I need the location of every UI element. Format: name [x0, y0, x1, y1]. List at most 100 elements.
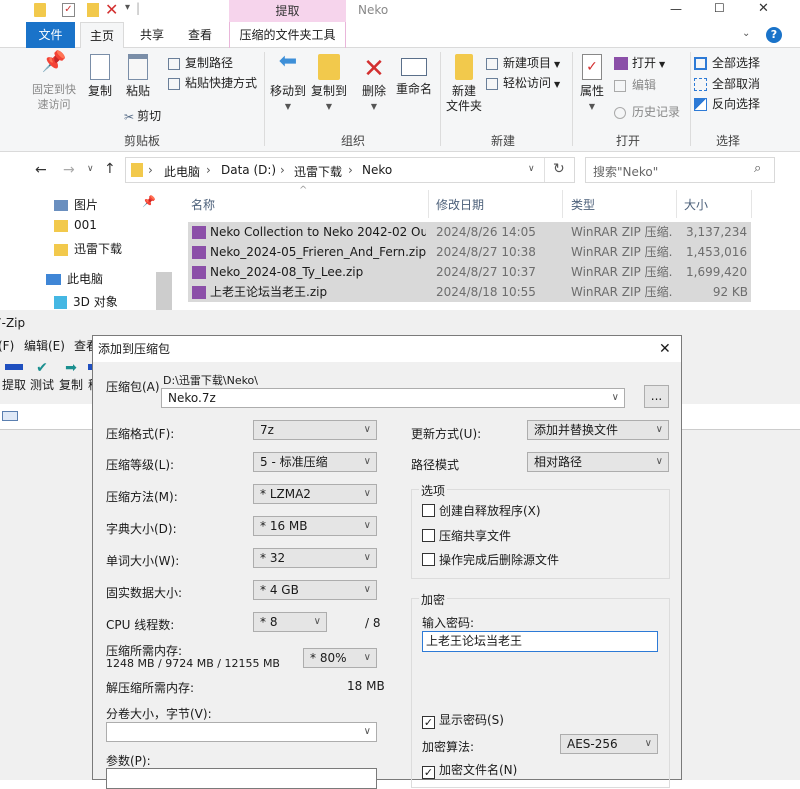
- nav-item-3d-objects[interactable]: 3D 对象: [54, 293, 118, 310]
- cpu-select[interactable]: * 8 ∨: [253, 612, 327, 632]
- update-select[interactable]: 添加并替换文件 ∨: [527, 420, 669, 440]
- quick-access-dropdown-icon[interactable]: ▾: [125, 2, 130, 13]
- delete-quick-icon[interactable]: ✕: [105, 0, 118, 19]
- show-password-checkbox[interactable]: ✓ 显示密码(S): [422, 713, 504, 729]
- archive-name-combo[interactable]: Neko.7z ∨: [161, 388, 625, 408]
- new-item-button[interactable]: 新建项目 ▼: [486, 53, 560, 73]
- password-input[interactable]: 上老王论坛当老王: [422, 631, 658, 652]
- method-select[interactable]: * LZMA2 ∨: [253, 484, 377, 504]
- copy-path-button[interactable]: 复制路径: [168, 53, 233, 73]
- maximize-button[interactable]: ☐: [714, 1, 725, 15]
- properties-quick-icon[interactable]: ✓: [62, 3, 75, 17]
- opt-shared-checkbox[interactable]: 压缩共享文件: [422, 529, 511, 543]
- dialog-titlebar: 添加到压缩包 ✕: [93, 336, 681, 362]
- open-button[interactable]: 打开 ▼: [614, 53, 665, 73]
- tab-file[interactable]: 文件: [26, 22, 75, 48]
- back-arrow-icon[interactable]: ←: [35, 162, 47, 178]
- test-button[interactable]: ✔ 测试: [30, 360, 54, 393]
- file-row[interactable]: Neko_2024-05_Frieren_And_Fern.zip 2024/8…: [188, 242, 751, 262]
- nav-item-xunlei[interactable]: 迅雷下载: [54, 240, 122, 257]
- pathmode-select[interactable]: 相对路径 ∨: [527, 452, 669, 472]
- recent-dropdown-icon[interactable]: ∨: [87, 164, 94, 174]
- nav-item-pictures[interactable]: 图片: [54, 196, 98, 213]
- copy-button[interactable]: ➡ 复制: [59, 360, 83, 393]
- menu-edit[interactable]: 编辑(E): [24, 336, 65, 356]
- breadcrumb-current[interactable]: Neko: [362, 163, 392, 177]
- search-icon[interactable]: ⌕: [754, 161, 761, 176]
- paste-button[interactable]: 粘贴: [122, 54, 154, 99]
- nav-scrollbar[interactable]: [156, 272, 172, 310]
- delete-button[interactable]: ✕ 删除 ▼: [358, 54, 390, 114]
- enc-method-select[interactable]: AES-256 ∨: [560, 734, 658, 754]
- address-box[interactable]: › 此电脑 › Data (D:) › 迅雷下载 › Neko ∨ ↻: [125, 157, 575, 183]
- select-none-button[interactable]: 全部取消: [694, 74, 760, 94]
- up-arrow-icon[interactable]: ↑: [104, 161, 116, 177]
- paste-label: 粘贴: [125, 84, 150, 98]
- tab-share[interactable]: 共享: [130, 22, 174, 48]
- file-row[interactable]: Neko_2024-08_Ty_Lee.zip 2024/8/27 10:37 …: [188, 262, 751, 282]
- nav-item-this-pc[interactable]: 此电脑: [46, 270, 103, 287]
- ribbon-collapse-icon[interactable]: ⌄: [742, 28, 750, 39]
- nav-item-001[interactable]: 001: [54, 218, 97, 232]
- breadcrumb-folder[interactable]: 迅雷下载: [294, 163, 342, 180]
- select-all-button[interactable]: 全部选择: [694, 53, 760, 73]
- forward-arrow-icon[interactable]: →: [63, 162, 75, 178]
- folder-icon[interactable]: [34, 3, 46, 17]
- close-button[interactable]: ✕: [758, 1, 769, 16]
- opt-sfx-checkbox[interactable]: 创建自释放程序(X): [422, 504, 541, 518]
- dict-select[interactable]: * 16 MB ∨: [253, 516, 377, 536]
- browse-button[interactable]: ...: [644, 385, 669, 408]
- params-input[interactable]: [106, 768, 377, 789]
- encrypt-names-checkbox[interactable]: ✓ 加密文件名(N): [422, 763, 517, 779]
- column-divider[interactable]: [428, 190, 429, 218]
- format-select[interactable]: 7z ∨: [253, 420, 377, 440]
- tab-home[interactable]: 主页: [80, 22, 124, 49]
- history-button[interactable]: 历史记录: [614, 102, 680, 122]
- edit-button[interactable]: 编辑: [614, 75, 656, 95]
- move-to-button[interactable]: ⬅ 移动到 ▼: [268, 51, 308, 114]
- invert-selection-button[interactable]: 反向选择: [694, 94, 760, 114]
- minimize-button[interactable]: —: [670, 2, 682, 16]
- breadcrumb-separator: ›: [280, 163, 285, 177]
- column-divider[interactable]: [562, 190, 563, 218]
- group-label-organize: 组织: [341, 134, 366, 148]
- tab-compressed-folder-tools[interactable]: 压缩的文件夹工具: [229, 22, 346, 48]
- dialog-close-button[interactable]: ✕: [659, 336, 671, 362]
- extract-button[interactable]: 提取: [2, 360, 26, 393]
- file-row[interactable]: Neko Collection to Neko 2042-02 Ou... 20…: [188, 222, 751, 242]
- easy-access-button[interactable]: 轻松访问 ▼: [486, 73, 560, 93]
- solid-select[interactable]: * 4 GB ∨: [253, 580, 377, 600]
- copy-to-button[interactable]: 复制到 ▼: [309, 54, 349, 114]
- cut-button[interactable]: ✂ 剪切: [124, 106, 161, 126]
- new-folder-button[interactable]: 新建 文件夹: [444, 54, 484, 114]
- word-select[interactable]: * 32 ∨: [253, 548, 377, 568]
- column-divider[interactable]: [676, 190, 677, 218]
- pin-quick-access-button[interactable]: 📌 固定到快 速访问: [28, 51, 80, 112]
- copy-button[interactable]: 复制: [84, 54, 116, 99]
- split-combo[interactable]: ∨: [106, 722, 377, 742]
- breadcrumb-drive[interactable]: Data (D:): [221, 163, 276, 177]
- column-divider[interactable]: [751, 190, 752, 218]
- new-folder-quick-icon[interactable]: [87, 3, 99, 17]
- checkbox-checked-icon: ✓: [422, 766, 435, 779]
- menu-file[interactable]: (F): [0, 336, 14, 356]
- rename-button[interactable]: 重命名: [394, 54, 434, 97]
- paste-shortcut-button[interactable]: 粘贴快捷方式: [168, 73, 257, 93]
- file-row[interactable]: 上老王论坛当老王.zip 2024/8/18 10:55 WinRAR ZIP …: [188, 282, 751, 302]
- column-size[interactable]: 大小: [684, 196, 708, 213]
- tab-view[interactable]: 查看: [178, 22, 222, 48]
- mem-percent-select[interactable]: * 80% ∨: [303, 648, 377, 668]
- search-box[interactable]: 搜索"Neko" ⌕: [585, 157, 775, 183]
- column-type[interactable]: 类型: [571, 196, 595, 213]
- breadcrumb-this-pc[interactable]: 此电脑: [164, 163, 200, 180]
- refresh-icon[interactable]: ↻: [553, 161, 565, 177]
- properties-button[interactable]: ✓ 属性 ▼: [576, 54, 608, 114]
- opt-delete-checkbox[interactable]: 操作完成后删除源文件: [422, 553, 559, 567]
- search-input[interactable]: 搜索"Neko": [593, 163, 658, 180]
- pin-icon[interactable]: 📌: [142, 195, 156, 208]
- level-select[interactable]: 5 - 标准压缩 ∨: [253, 452, 377, 472]
- address-dropdown-icon[interactable]: ∨: [528, 164, 535, 174]
- column-name[interactable]: 名称: [191, 196, 215, 213]
- help-icon[interactable]: ?: [766, 27, 782, 43]
- column-date[interactable]: 修改日期: [436, 196, 484, 213]
